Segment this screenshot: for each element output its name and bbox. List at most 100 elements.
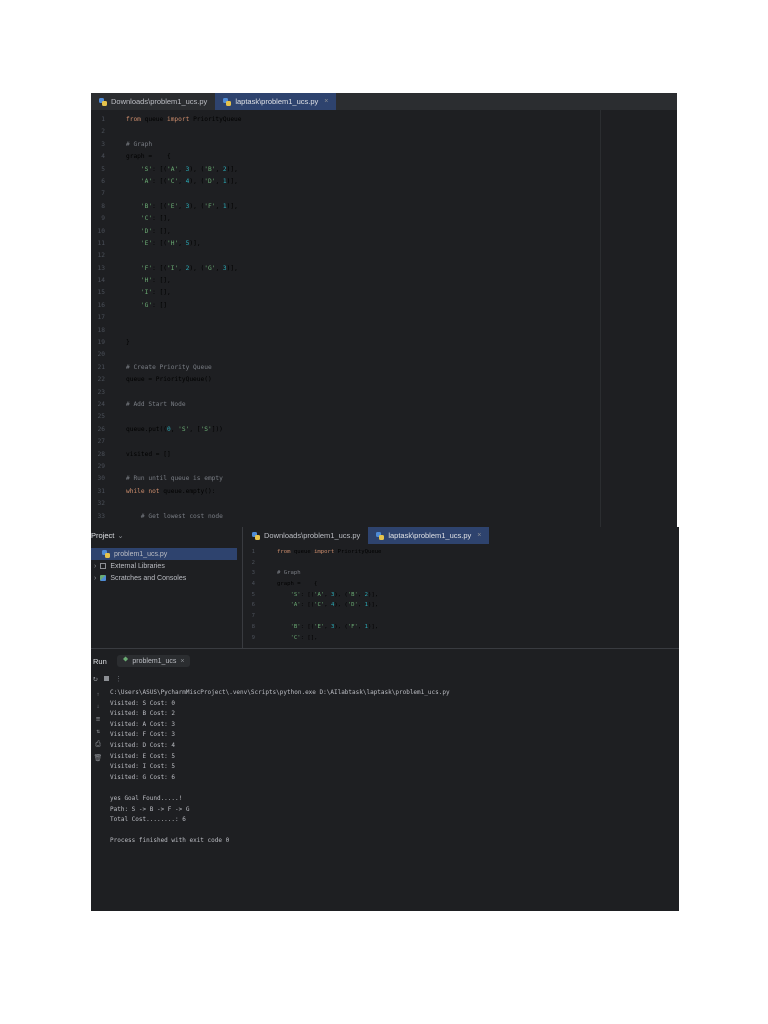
tree-item-problem1-ucs[interactable]: problem1_ucs.py — [91, 548, 237, 560]
code-token: , — [324, 591, 331, 598]
code-token: )], — [226, 165, 238, 173]
sort-icon[interactable]: ⇅ — [96, 728, 100, 735]
code-line[interactable]: 6 'A': [('C', 4), ('D', 1)], — [243, 600, 673, 611]
code-token: , — [178, 239, 186, 247]
line-number: 4 — [251, 581, 255, 588]
code-line[interactable]: 23 — [91, 387, 596, 399]
code-line[interactable]: 9 'C': [], — [91, 213, 596, 225]
code-token: graph = { — [126, 153, 171, 161]
code-line[interactable]: 29 — [91, 461, 596, 473]
code-text: 'I': [], — [105, 287, 171, 299]
code-line[interactable]: 25 — [91, 411, 596, 423]
scroll-down-icon[interactable]: ↓ — [96, 703, 100, 710]
tab-laptask-problem1-ucs[interactable]: laptask\problem1_ucs.py × — [368, 527, 490, 544]
code-line[interactable]: 17 — [91, 312, 596, 324]
python-file-icon — [223, 97, 232, 106]
code-line[interactable]: 27 — [91, 436, 596, 448]
code-line[interactable]: 1 from queue import PriorityQueue — [91, 114, 596, 126]
code-text: 'B': [('E', 3), ('F', 1)], — [105, 201, 238, 213]
code-token: 'S' — [290, 591, 301, 598]
code-token: : [( — [152, 264, 167, 272]
code-line[interactable]: 2 — [243, 558, 673, 569]
console-output[interactable]: C:\Users\ASUS\PycharmMiscProject\.venv\S… — [110, 688, 450, 847]
scroll-up-icon[interactable]: ↑ — [96, 691, 100, 698]
code-line[interactable]: 16 'G': [] — [91, 300, 596, 312]
line-number: 1 — [251, 549, 255, 555]
line-number: 21 — [97, 363, 105, 371]
close-tab-icon[interactable]: × — [180, 658, 184, 665]
code-line[interactable]: 21 # Create Priority Queue — [91, 362, 596, 374]
trash-icon[interactable]: 🗑 — [94, 754, 103, 762]
code-line[interactable]: 30 # Run until queue is empty — [91, 473, 596, 485]
code-line[interactable]: 18 — [91, 325, 596, 337]
line-number: 3 — [251, 570, 255, 577]
code-token: 'F' — [347, 623, 358, 630]
tab-downloads-problem1-ucs[interactable]: Downloads\problem1_ucs.py — [91, 93, 215, 110]
code-line[interactable]: 12 — [91, 250, 596, 262]
stop-icon[interactable] — [103, 676, 109, 681]
code-line[interactable]: 5 'S': [('A', 3), ('B', 2)], — [243, 590, 673, 601]
more-icon[interactable]: ⋮ — [115, 675, 122, 683]
close-tab-icon[interactable]: × — [477, 532, 481, 539]
code-token: : [], — [152, 277, 171, 285]
code-line[interactable]: 3 # Graph — [243, 568, 673, 579]
rerun-icon[interactable]: ↻ — [93, 674, 98, 683]
mini-code-area[interactable]: 1 from queue import PriorityQueue 2 3 # Grap… — [243, 547, 673, 647]
code-line[interactable]: 11 'E': [('H', 5)], — [91, 238, 596, 250]
code-line[interactable]: 15 'I': [], — [91, 287, 596, 299]
chevron-right-icon[interactable]: › — [94, 575, 96, 582]
code-line[interactable]: 31 while not queue.empty(): — [91, 486, 596, 498]
code-line[interactable]: 5 'S': [('A', 3), ('B', 2)], — [91, 164, 596, 176]
project-panel-header[interactable]: Project ⌄ — [91, 531, 124, 540]
code-token: while not — [126, 487, 160, 495]
tree-item-external-libraries[interactable]: › External Libraries — [91, 560, 237, 572]
tree-item-scratches-and-consoles[interactable]: › Scratches and Consoles — [91, 572, 237, 584]
code-line[interactable]: 32 — [91, 498, 596, 510]
code-line[interactable]: 24 # Add Start Node — [91, 399, 596, 411]
code-token: 'B' — [347, 591, 358, 598]
tree-item-label: Scratches and Consoles — [110, 574, 187, 582]
code-line[interactable]: 9 'C': [], — [243, 633, 673, 644]
code-line[interactable]: 4 graph = { — [243, 579, 673, 590]
chevron-right-icon[interactable]: › — [94, 563, 96, 570]
code-line[interactable]: 19} — [91, 337, 596, 349]
code-line[interactable]: 3 # Graph — [91, 139, 596, 151]
code-token: 'F' — [140, 264, 153, 272]
code-line[interactable]: 1 from queue import PriorityQueue — [243, 547, 673, 558]
code-line[interactable]: 20 — [91, 349, 596, 361]
code-text: # Graph — [105, 139, 152, 151]
code-token: : [( — [300, 602, 315, 609]
code-line[interactable]: 7 — [243, 611, 673, 622]
code-token: 'D' — [347, 602, 358, 609]
run-tab[interactable]: ⯁ problem1_ucs × — [116, 655, 191, 667]
top-code-area[interactable]: 1 from queue import PriorityQueue 2 3 # Grap… — [91, 114, 596, 527]
tab-laptask-problem1-ucs[interactable]: laptask\problem1_ucs.py × — [215, 93, 337, 110]
code-line[interactable]: 33 # Get lowest cost node — [91, 511, 596, 523]
code-line[interactable]: 6 'A': [('C', 4), ('D', 1)], — [91, 176, 596, 188]
code-line[interactable]: 13 'F': [('I', 2), ('G', 3)], — [91, 263, 596, 275]
code-line[interactable]: 28 visited = [] — [91, 449, 596, 461]
top-editor: Downloads\problem1_ucs.py laptask\proble… — [91, 93, 677, 527]
print-icon[interactable]: ⎙ — [95, 740, 101, 749]
code-line[interactable]: 2 — [91, 126, 596, 138]
code-token: # Add Start Node — [126, 400, 186, 408]
code-token: , — [178, 177, 186, 185]
console-line: Visited: F Cost: 3 — [110, 731, 176, 739]
code-line[interactable]: 22 queue = PriorityQueue() — [91, 374, 596, 386]
close-tab-icon[interactable]: × — [324, 98, 328, 105]
code-line[interactable]: 14 'H': [], — [91, 275, 596, 287]
chevron-down-icon[interactable]: ⌄ — [117, 531, 123, 540]
code-line[interactable]: 4 graph = { — [91, 151, 596, 163]
code-line[interactable]: 26 queue.put((0, 'S', ['S'])) — [91, 424, 596, 436]
code-line[interactable]: 8 'B': [('E', 3), ('F', 1)], — [91, 201, 596, 213]
code-line[interactable]: 8 'B': [('E', 3), ('F', 1)], — [243, 622, 673, 633]
code-line[interactable]: 10 'D': [], — [91, 226, 596, 238]
code-line[interactable]: 7 — [91, 188, 596, 200]
soft-wrap-icon[interactable]: ≡ — [96, 715, 100, 723]
tab-downloads-problem1-ucs[interactable]: Downloads\problem1_ucs.py — [243, 527, 368, 544]
